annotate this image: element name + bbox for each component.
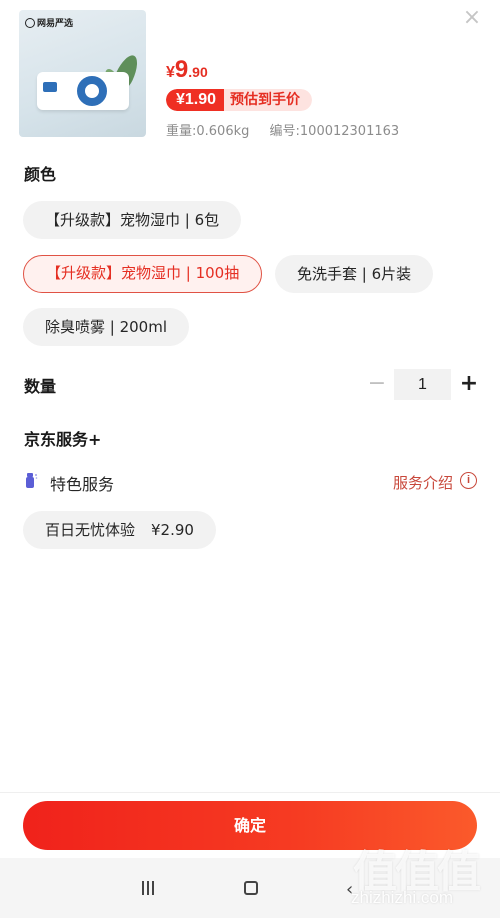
service-option-label: 百日无忧体验 xyxy=(45,521,136,539)
service-option[interactable]: 百日无忧体验 ¥2.90 xyxy=(23,511,216,549)
footer-divider xyxy=(0,792,500,793)
recent-apps-icon[interactable] xyxy=(142,881,154,895)
jd-service-title: 京东服务+ xyxy=(24,430,102,449)
color-option[interactable]: 免洗手套 | 6片装 xyxy=(275,255,434,293)
sku-text: 编号:100012301163 xyxy=(269,124,400,139)
watermark-site: zhizhizhi.com xyxy=(351,888,454,907)
product-thumbnail: 网易严选 xyxy=(19,10,146,137)
wipes-package xyxy=(37,72,129,110)
quantity-plus-button[interactable]: + xyxy=(458,370,480,398)
service-option-price: ¥2.90 xyxy=(151,521,194,539)
estimated-price-label: 预估到手价 xyxy=(224,89,313,111)
info-icon[interactable]: i xyxy=(460,472,477,489)
home-icon[interactable] xyxy=(244,881,258,895)
estimated-price-badge: ¥1.90 预估到手价 xyxy=(166,89,313,111)
quantity-label: 数量 xyxy=(24,377,57,396)
weight-text: 重量:0.606kg xyxy=(166,124,250,139)
quantity-minus-button[interactable]: − xyxy=(366,370,388,398)
estimated-price-amount: ¥1.90 xyxy=(166,89,225,111)
close-icon[interactable]: × xyxy=(462,7,482,29)
color-option[interactable]: 【升级款】宠物湿巾 | 6包 xyxy=(23,201,242,239)
color-option-selected[interactable]: 【升级款】宠物湿巾 | 100抽 xyxy=(23,255,263,293)
special-service-label: 特色服务 xyxy=(50,475,115,494)
color-option[interactable]: 除臭喷雾 | 200ml xyxy=(23,308,189,346)
thumb-brand-logo: 网易严选 xyxy=(25,16,73,29)
service-intro-link[interactable]: 服务介绍 xyxy=(393,472,453,493)
color-section-title: 颜色 xyxy=(24,165,57,184)
quantity-input[interactable]: 1 xyxy=(394,369,451,400)
spray-bottle-icon xyxy=(26,473,38,488)
product-meta: 重量:0.606kg 编号:100012301163 xyxy=(166,120,399,139)
watermark: 值值值 zhizhizhi.com xyxy=(345,836,495,916)
price: ¥9.90 xyxy=(166,56,208,83)
